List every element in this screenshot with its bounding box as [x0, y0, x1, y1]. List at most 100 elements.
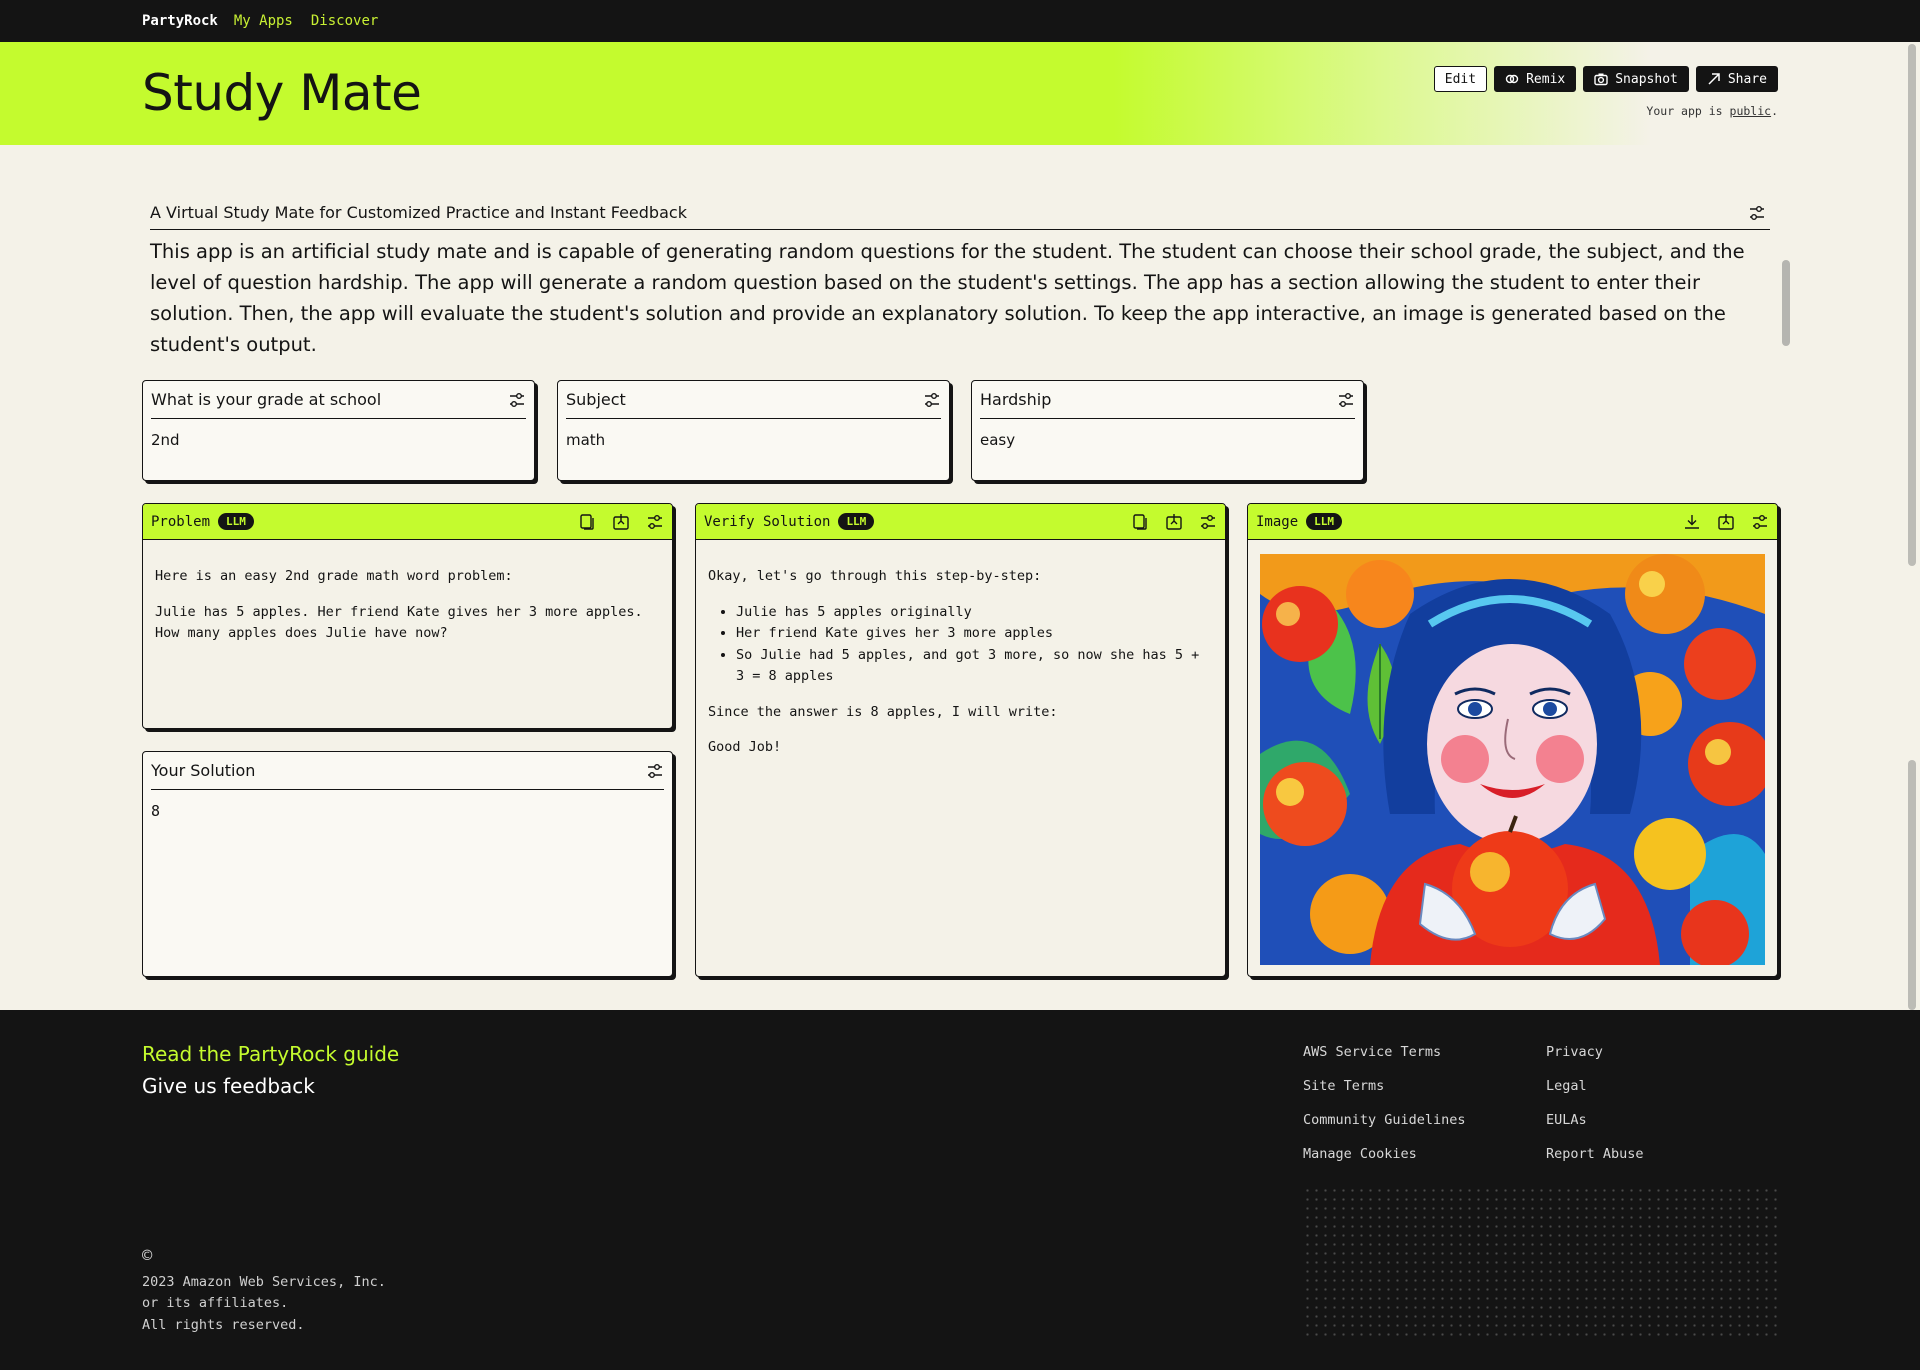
remix-icon [1505, 74, 1519, 84]
verify-step: Her friend Kate gives her 3 more apples [736, 623, 1213, 645]
hardship-input-field[interactable]: easy [972, 419, 1363, 461]
image-widget: Image LLM [1247, 503, 1778, 977]
footer-links: AWS Service Terms Privacy Site Terms Leg… [1303, 1044, 1746, 1163]
llm-badge: LLM [838, 513, 875, 530]
share-label: Share [1727, 71, 1767, 87]
footer-link-eulas[interactable]: EULAs [1546, 1112, 1746, 1129]
settings-sliders-icon[interactable] [508, 391, 526, 409]
page-scrollbar[interactable] [1908, 44, 1916, 566]
grade-input-card: What is your grade at school 2nd [142, 380, 535, 481]
app-actions: Edit Remix Snapshot Share [1433, 66, 1778, 92]
verify-output: Okay, let's go through this step-by-step… [696, 540, 1225, 759]
settings-sliders-icon[interactable] [1748, 204, 1766, 222]
snapshot-label: Snapshot [1615, 71, 1678, 87]
problem-output: Here is an easy 2nd grade math word prob… [143, 540, 672, 645]
edit-label: Edit [1444, 71, 1477, 87]
problem-title: Problem [151, 513, 211, 530]
settings-sliders-icon[interactable] [923, 391, 941, 409]
footer-link-privacy[interactable]: Privacy [1546, 1044, 1746, 1061]
footer-link-aws-service-terms[interactable]: AWS Service Terms [1303, 1044, 1546, 1061]
share-button[interactable]: Share [1695, 66, 1778, 92]
verify-step: Julie has 5 apples originally [736, 602, 1213, 624]
copy-icon[interactable] [1131, 513, 1149, 531]
dot-pattern-decoration [1303, 1186, 1779, 1340]
visibility-suffix: . [1771, 104, 1778, 118]
verify-intro: Okay, let's go through this step-by-step… [708, 568, 1042, 584]
subject-input-label: Subject [566, 390, 626, 409]
nav-discover[interactable]: Discover [311, 13, 378, 29]
feedback-link[interactable]: Give us feedback [142, 1074, 315, 1098]
grade-input-label: What is your grade at school [151, 390, 382, 409]
share-arrow-icon [1708, 73, 1720, 85]
grade-input-field[interactable]: 2nd [143, 419, 534, 461]
problem-intro: Here is an easy 2nd grade math word prob… [155, 568, 513, 584]
footer-link-community-guidelines[interactable]: Community Guidelines [1303, 1112, 1546, 1129]
edit-button[interactable]: Edit [1433, 66, 1488, 92]
description-heading: A Virtual Study Mate for Customized Prac… [150, 203, 687, 222]
hardship-input-card: Hardship easy [971, 380, 1364, 481]
download-icon[interactable] [1683, 513, 1701, 531]
copy-icon[interactable] [578, 513, 596, 531]
footer-link-site-terms[interactable]: Site Terms [1303, 1078, 1546, 1095]
app-header: Study Mate Edit Remix Snapshot Share You… [0, 42, 1920, 145]
regenerate-icon[interactable] [1165, 513, 1183, 531]
settings-sliders-icon[interactable] [1337, 391, 1355, 409]
page-scrollbar-lower[interactable] [1908, 760, 1916, 1010]
visibility-public-link[interactable]: public [1730, 104, 1772, 118]
copyright-line: All rights reserved. [142, 1316, 305, 1333]
subject-input-field[interactable]: math [558, 419, 949, 461]
verify-steps: Julie has 5 apples originally Her friend… [736, 602, 1213, 688]
footer-link-report-abuse[interactable]: Report Abuse [1546, 1146, 1746, 1163]
subject-input-card: Subject math [557, 380, 950, 481]
partyrock-guide-link[interactable]: Read the PartyRock guide [142, 1042, 399, 1066]
hardship-input-label: Hardship [980, 390, 1052, 409]
remix-label: Remix [1526, 71, 1566, 87]
top-nav: PartyRock My Apps Discover [0, 0, 1920, 42]
llm-badge: LLM [218, 513, 254, 530]
camera-icon [1594, 73, 1608, 86]
verify-title: Verify Solution [704, 513, 831, 530]
footer-link-legal[interactable]: Legal [1546, 1078, 1746, 1095]
verify-header: Verify Solution LLM [696, 504, 1225, 540]
verify-solution-widget: Verify Solution LLM Okay, let's go throug… [695, 503, 1226, 977]
brand-logo[interactable]: PartyRock [142, 13, 218, 29]
hardship-input-header: Hardship [980, 381, 1355, 419]
solution-input-field[interactable]: 8 [143, 790, 672, 832]
settings-sliders-icon[interactable] [646, 762, 664, 780]
problem-header: Problem LLM [143, 504, 672, 540]
snapshot-button[interactable]: Snapshot [1583, 66, 1689, 92]
settings-sliders-icon[interactable] [1199, 513, 1217, 531]
image-title: Image [1256, 513, 1299, 530]
copyright-line: or its affiliates. [142, 1295, 289, 1311]
regenerate-icon[interactable] [612, 513, 630, 531]
image-header: Image LLM [1248, 504, 1777, 540]
subject-input-header: Subject [566, 381, 941, 419]
nav-my-apps[interactable]: My Apps [234, 13, 293, 29]
solution-input-header: Your Solution [151, 752, 664, 790]
visibility-prefix: Your app is [1646, 104, 1730, 118]
regenerate-icon[interactable] [1717, 513, 1735, 531]
footer-link-manage-cookies[interactable]: Manage Cookies [1303, 1146, 1546, 1163]
solution-input-card: Your Solution 8 [142, 751, 673, 977]
app-description: A Virtual Study Mate for Customized Prac… [150, 196, 1790, 360]
verify-conclusion: Since the answer is 8 apples, I will wri… [708, 703, 1058, 720]
llm-badge: LLM [1306, 513, 1343, 530]
footer: Read the PartyRock guide Give us feedbac… [0, 1010, 1920, 1370]
grade-input-header: What is your grade at school [151, 381, 526, 419]
copyright-symbol: © [142, 1246, 153, 1266]
settings-sliders-icon[interactable] [1751, 513, 1769, 531]
copyright: © 2023 Amazon Web Services, Inc. or its … [142, 1246, 386, 1336]
solution-input-label: Your Solution [151, 761, 256, 780]
description-body: This app is an artificial study mate and… [150, 240, 1745, 356]
description-header: A Virtual Study Mate for Customized Prac… [150, 196, 1770, 230]
visibility-note: Your app is public. [1646, 104, 1778, 118]
verify-step: So Julie had 5 apples, and got 3 more, s… [736, 645, 1213, 688]
generated-image [1260, 554, 1765, 965]
settings-sliders-icon[interactable] [646, 513, 664, 531]
description-scrollbar[interactable] [1782, 260, 1790, 346]
app-title: Study Mate [142, 64, 422, 122]
remix-button[interactable]: Remix [1494, 66, 1577, 92]
copyright-line: 2023 Amazon Web Services, Inc. [142, 1273, 386, 1290]
problem-text: Julie has 5 apples. Her friend Kate give… [155, 603, 643, 642]
verify-verdict: Good Job! [708, 739, 782, 755]
